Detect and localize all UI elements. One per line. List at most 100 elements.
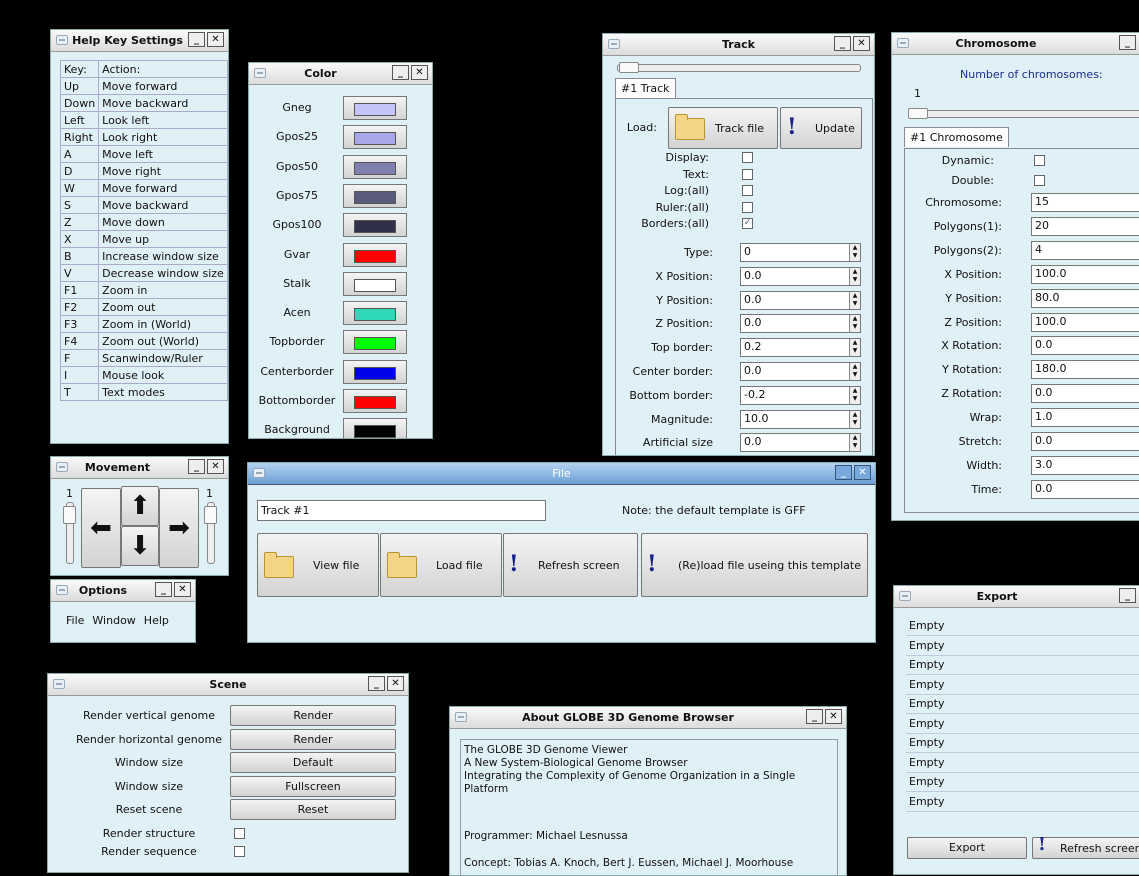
close-icon[interactable]: ✕ — [207, 32, 224, 47]
minimize-icon[interactable]: _ — [806, 709, 823, 724]
movement-left-slider-handle[interactable] — [63, 506, 76, 524]
menu-file[interactable]: File — [66, 614, 84, 627]
export-refresh-button[interactable]: ! Refresh screen — [1032, 834, 1139, 859]
track-slider[interactable] — [617, 64, 861, 72]
color-swatch-button[interactable] — [343, 271, 407, 296]
color-swatch-button[interactable] — [343, 96, 407, 120]
chromosome-slider-handle[interactable] — [908, 108, 928, 119]
chromosome-checkbox[interactable] — [1034, 155, 1045, 166]
chromosome-checkbox[interactable] — [1034, 174, 1045, 186]
move-up-button[interactable]: ⬆ — [121, 486, 159, 526]
color-swatch-button[interactable] — [343, 242, 407, 267]
minimize-icon[interactable]: _ — [835, 465, 852, 480]
track-titlebar[interactable]: Track _ ✕ — [603, 34, 874, 56]
refresh-screen-button[interactable]: ! Refresh screen — [503, 533, 638, 597]
close-icon[interactable]: ✕ — [853, 36, 870, 51]
scene-action-button[interactable]: Fullscreen — [230, 775, 396, 797]
scene-action-button[interactable]: Render — [230, 728, 396, 750]
chromosome-field-input[interactable]: 100.0 — [1031, 264, 1139, 284]
tab-chromosome-1[interactable]: #1 Chromosome — [904, 127, 1009, 147]
chromosome-field-input[interactable]: 0.0 — [1031, 384, 1139, 404]
export-list-item[interactable]: Empty — [906, 676, 1139, 695]
chromosome-field-input[interactable]: 15 — [1031, 193, 1139, 212]
track-field-input[interactable]: 0.2 ▲ ▼ — [740, 338, 861, 358]
minimize-icon[interactable]: _ — [155, 582, 172, 597]
minimize-icon[interactable]: _ — [392, 65, 409, 80]
spin-arrows-icon[interactable]: ▲ ▼ — [849, 363, 860, 380]
spin-arrows-icon[interactable]: ▲ ▼ — [849, 244, 860, 261]
close-icon[interactable]: ✕ — [207, 459, 224, 474]
chromosome-field-input[interactable]: 0.0 — [1031, 479, 1139, 499]
scene-action-button[interactable]: Reset — [230, 799, 396, 820]
color-swatch-button[interactable] — [343, 359, 407, 384]
menu-window[interactable]: Window — [92, 614, 135, 627]
spin-arrows-icon[interactable]: ▲ ▼ — [849, 339, 860, 357]
minimize-icon[interactable]: _ — [1119, 588, 1136, 603]
chromosome-field-input[interactable]: 100.0 — [1031, 312, 1139, 332]
tab-track-1[interactable]: #1 Track — [615, 78, 676, 98]
export-list-item[interactable]: Empty — [906, 734, 1139, 753]
chromosome-titlebar[interactable]: Chromosome _ — [892, 33, 1139, 55]
track-checkbox[interactable] — [742, 201, 753, 213]
minimize-icon[interactable]: _ — [368, 676, 385, 691]
move-left-button[interactable]: ⬅ — [81, 488, 121, 568]
export-titlebar[interactable]: Export _ — [894, 586, 1139, 608]
export-list-item[interactable]: Empty — [906, 617, 1139, 636]
close-icon[interactable]: ✕ — [825, 709, 842, 724]
track-field-input[interactable]: -0.2 ▲ ▼ — [740, 385, 861, 405]
chromosome-field-input[interactable]: 0.0 — [1031, 432, 1139, 451]
track-field-input[interactable]: 0.0 ▲ ▼ — [740, 433, 861, 453]
chromosome-field-input[interactable]: 3.0 — [1031, 455, 1139, 475]
options-titlebar[interactable]: Options _ ✕ — [51, 580, 195, 602]
color-swatch-button[interactable] — [343, 154, 407, 179]
color-swatch-button[interactable] — [343, 330, 407, 355]
spin-arrows-icon[interactable]: ▲ ▼ — [849, 291, 860, 309]
scene-action-button[interactable]: Default — [230, 752, 396, 773]
close-icon[interactable]: ✕ — [174, 582, 191, 597]
chromosome-field-input[interactable]: 4 — [1031, 240, 1139, 260]
move-right-button[interactable]: ➡ — [159, 488, 199, 568]
move-down-button[interactable]: ⬇ — [121, 526, 159, 566]
color-swatch-button[interactable] — [343, 125, 407, 150]
track-file-button[interactable]: Track file — [668, 107, 778, 149]
chromosome-field-input[interactable]: 1.0 — [1031, 408, 1139, 428]
reload-template-button[interactable]: ! (Re)load file useing this template — [641, 533, 868, 597]
chromosome-field-input[interactable]: 20 — [1031, 216, 1139, 236]
export-list-item[interactable]: Empty — [906, 695, 1139, 714]
export-list-item[interactable]: Empty — [906, 656, 1139, 675]
spin-arrows-icon[interactable]: ▲ ▼ — [849, 386, 860, 404]
spin-arrows-icon[interactable]: ▲ ▼ — [849, 434, 860, 452]
close-icon[interactable]: ✕ — [411, 65, 428, 80]
color-swatch-button[interactable] — [343, 389, 407, 413]
chromosome-slider[interactable] — [908, 110, 1139, 118]
spin-arrows-icon[interactable]: ▲ ▼ — [849, 410, 860, 428]
scene-checkbox[interactable] — [234, 828, 245, 839]
color-swatch-button[interactable] — [343, 301, 407, 326]
about-titlebar[interactable]: About GLOBE 3D Genome Browser _ ✕ — [450, 707, 846, 729]
export-list-item[interactable]: Empty — [906, 773, 1139, 792]
update-button[interactable]: ! Update — [780, 107, 862, 149]
scene-action-button[interactable]: Render — [230, 705, 396, 726]
track-field-input[interactable]: 0 ▲ ▼ — [740, 243, 861, 262]
color-swatch-button[interactable] — [343, 418, 407, 438]
chromosome-field-input[interactable]: 180.0 — [1031, 360, 1139, 380]
export-list-item[interactable]: Empty — [906, 793, 1139, 812]
minimize-icon[interactable]: _ — [188, 32, 205, 47]
close-icon[interactable]: ✕ — [854, 465, 871, 480]
load-file-button[interactable]: Load file — [380, 533, 502, 597]
movement-titlebar[interactable]: Movement _ ✕ — [51, 457, 228, 479]
color-swatch-button[interactable] — [343, 183, 407, 208]
color-swatch-button[interactable] — [343, 213, 407, 238]
track-checkbox[interactable]: ✓ — [742, 218, 753, 229]
color-titlebar[interactable]: Color _ ✕ — [249, 63, 432, 85]
chromosome-field-input[interactable]: 0.0 — [1031, 336, 1139, 356]
scene-checkbox[interactable] — [234, 846, 245, 857]
spin-arrows-icon[interactable]: ▲ ▼ — [849, 267, 860, 285]
view-file-button[interactable]: View file — [257, 533, 379, 597]
track-field-input[interactable]: 0.0 ▲ ▼ — [740, 290, 861, 310]
track-field-input[interactable]: 0.0 ▲ ▼ — [740, 266, 861, 286]
spin-arrows-icon[interactable]: ▲ ▼ — [849, 315, 860, 333]
track-checkbox[interactable] — [742, 168, 753, 180]
track-field-input[interactable]: 0.0 ▲ ▼ — [740, 362, 861, 381]
track-field-input[interactable]: 10.0 ▲ ▼ — [740, 409, 861, 429]
